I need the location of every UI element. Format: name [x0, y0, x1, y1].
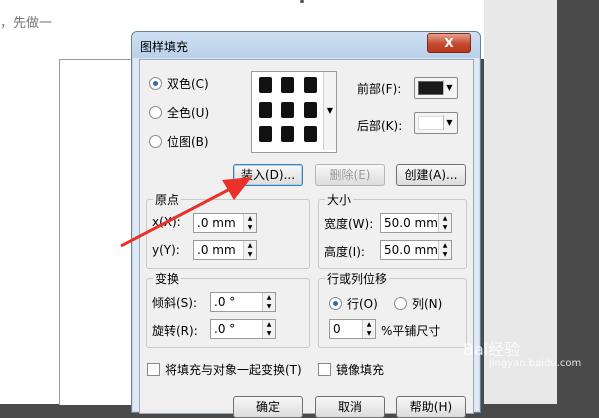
watermark-sub: jingyan.baidu.com [489, 358, 582, 369]
arrow-head [222, 177, 252, 200]
arrow-shaft [120, 187, 231, 248]
watermark-text: Bai经验 [463, 340, 521, 359]
watermark: Bai经验 jingyan.baidu.com [463, 336, 581, 369]
